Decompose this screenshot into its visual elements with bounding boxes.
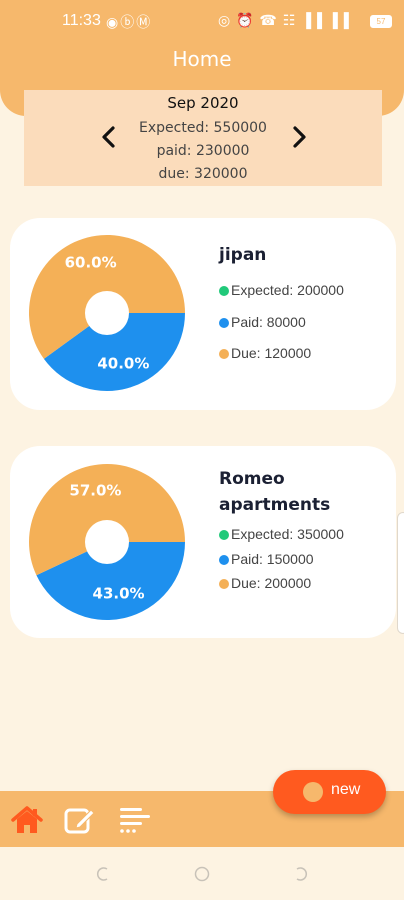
pie-label-due: 60.0% [65, 254, 117, 272]
new-button[interactable]: new [273, 770, 386, 814]
chevron-left-icon [102, 126, 115, 148]
list-menu-icon[interactable] [117, 804, 151, 836]
property-card[interactable]: 43.0% 57.0% Romeo apartments Expected: 35… [10, 446, 396, 638]
due-dot-icon [219, 349, 229, 359]
pie-center-hole [85, 291, 129, 335]
pie-center-hole [85, 520, 129, 564]
expected-dot-icon [219, 286, 229, 296]
due-dot-icon [219, 579, 229, 589]
legend-due-label: Due: 120000 [231, 345, 312, 361]
property-name: Romeo apartments [219, 469, 331, 515]
pie-label-paid: 40.0% [97, 354, 149, 372]
status-time: 11:33 [62, 12, 101, 29]
summary-month: Sep 2020 [167, 94, 239, 112]
pie-label-paid: 43.0% [93, 585, 145, 603]
system-status-icons: ◎ ⏰ ☎ ☷ ▐▐ ▐▐ [218, 12, 350, 28]
home-icon[interactable] [10, 804, 44, 836]
next-month-button[interactable] [286, 124, 312, 150]
back-icon[interactable] [292, 866, 308, 882]
notification-icons: ◉ⓑⓂ [106, 14, 153, 30]
legend-due: Due: 120000 [219, 345, 311, 361]
edge-drag-handle[interactable] [397, 512, 404, 634]
edit-icon[interactable] [63, 804, 97, 836]
legend-paid: Paid: 80000 [219, 314, 306, 330]
property-card[interactable]: 40.0% 60.0% jipan Expected: 200000 Paid: … [10, 218, 396, 410]
pie-label-due: 57.0% [69, 481, 121, 499]
legend-paid-label: Paid: 80000 [231, 314, 306, 330]
compass-icon [303, 782, 323, 802]
previous-month-button[interactable] [96, 124, 122, 150]
legend-due: Due: 200000 [219, 575, 311, 591]
expected-dot-icon [219, 530, 229, 540]
legend-due-label: Due: 200000 [231, 575, 312, 591]
summary-expected: Expected: 550000 [139, 120, 267, 136]
summary-due: due: 320000 [158, 166, 248, 182]
paid-dot-icon [219, 555, 229, 565]
legend-expected: Expected: 350000 [219, 526, 344, 542]
legend-expected: Expected: 200000 [219, 282, 344, 298]
summary-paid: paid: 230000 [156, 143, 250, 159]
legend-paid: Paid: 150000 [219, 551, 314, 567]
home-system-icon[interactable] [194, 866, 210, 882]
battery-icon: 57 [370, 15, 392, 28]
paid-dot-icon [219, 318, 229, 328]
system-navigation-bar [0, 847, 404, 900]
month-summary: Sep 2020 Expected: 550000 paid: 230000 d… [24, 90, 382, 186]
page-title: Home [172, 47, 232, 71]
property-pie-chart: 43.0% 57.0% [28, 464, 185, 620]
recent-apps-icon[interactable] [96, 866, 112, 882]
new-button-label: new [331, 781, 361, 798]
property-pie-chart: 40.0% 60.0% [28, 235, 186, 391]
chevron-right-icon [293, 126, 306, 148]
property-name: jipan [219, 245, 267, 265]
legend-paid-label: Paid: 150000 [231, 551, 314, 567]
status-bar: 11:33 ◉ⓑⓂ ◎ ⏰ ☎ ☷ ▐▐ ▐▐ 57 [0, 0, 404, 44]
legend-expected-label: Expected: 350000 [231, 526, 344, 542]
legend-expected-label: Expected: 200000 [231, 282, 344, 298]
